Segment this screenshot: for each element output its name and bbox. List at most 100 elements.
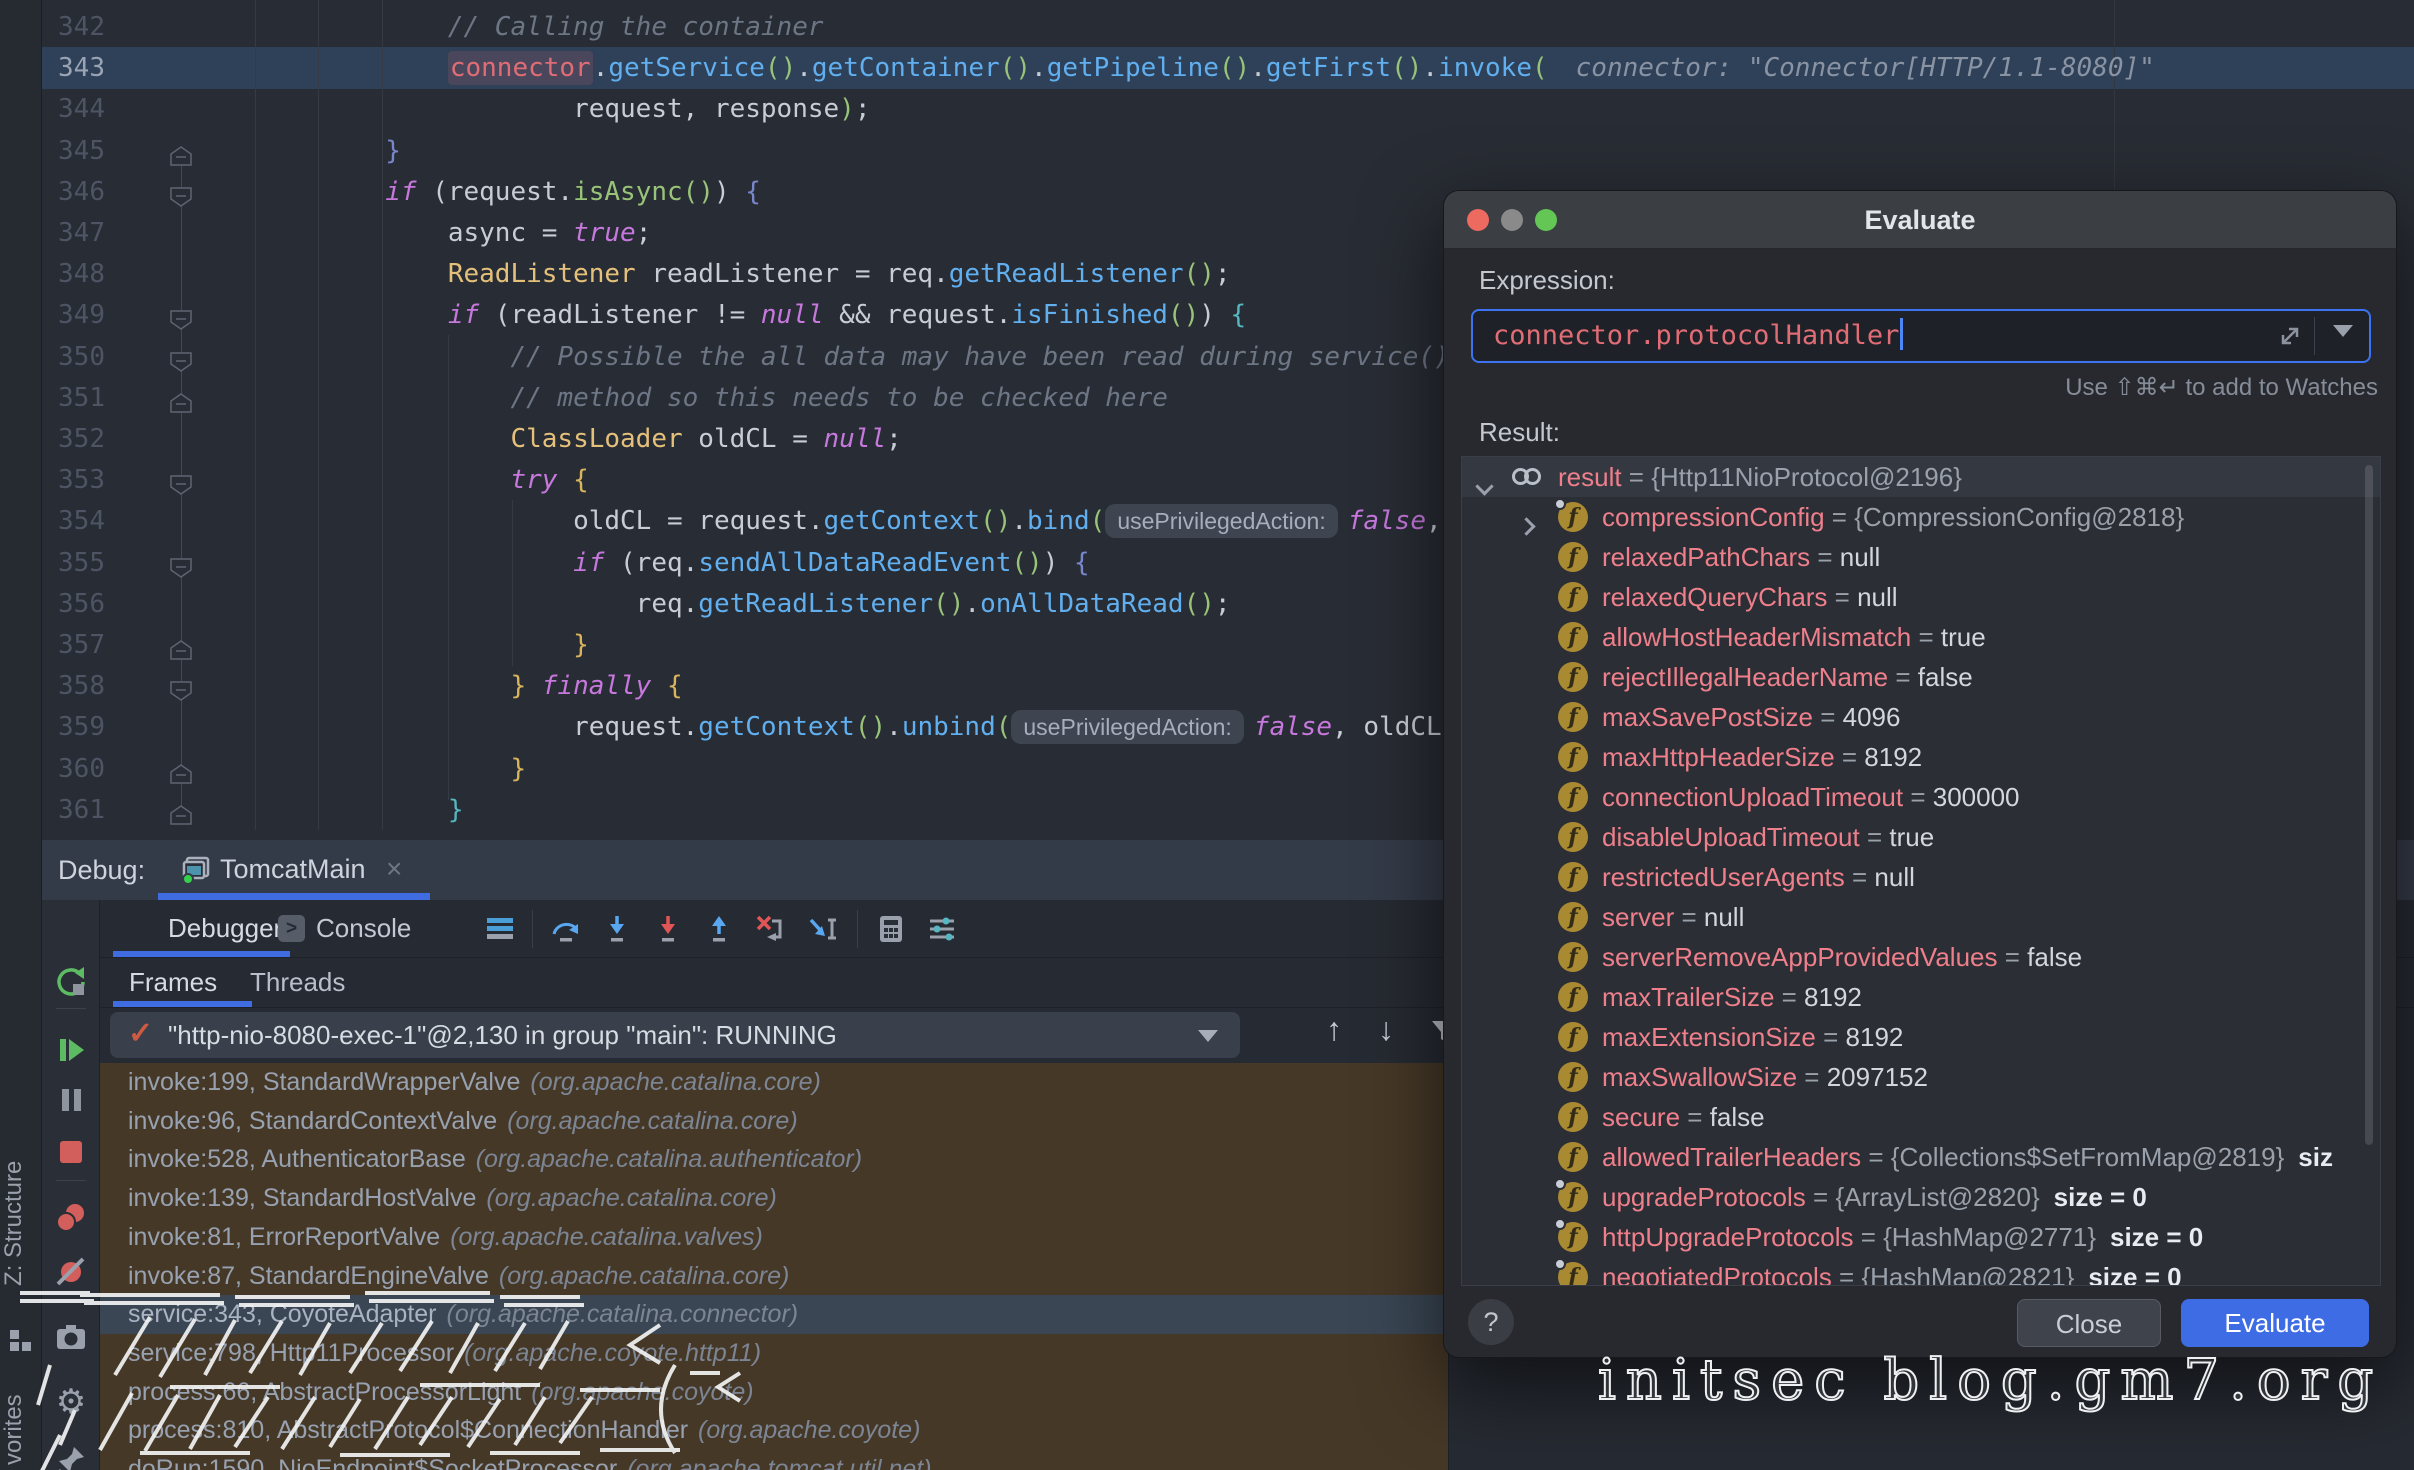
fold-marker-icon[interactable] xyxy=(170,553,192,573)
toolbar-divider xyxy=(56,1180,86,1181)
toolbar-divider xyxy=(56,1008,86,1009)
history-dropdown-icon[interactable] xyxy=(2333,325,2353,337)
step-over-icon[interactable] xyxy=(550,913,582,945)
step-into-icon[interactable] xyxy=(601,913,633,945)
line-number[interactable]: 347 xyxy=(42,212,105,254)
view-breakpoints-icon[interactable] xyxy=(53,1200,89,1236)
line-number[interactable]: 351 xyxy=(42,377,105,419)
fold-marker-icon[interactable] xyxy=(170,470,192,490)
scrollbar-thumb[interactable] xyxy=(2365,465,2373,1145)
result-row[interactable]: fallowHostHeaderMismatch = true xyxy=(1462,617,2380,657)
resume-icon[interactable] xyxy=(53,1032,89,1068)
pause-icon[interactable] xyxy=(53,1082,89,1118)
frame-location: invoke:199, StandardWrapperValve xyxy=(128,1068,520,1096)
tab-frames[interactable]: Frames xyxy=(129,958,217,1006)
field-icon: f xyxy=(1558,1222,1588,1252)
line-number[interactable]: 350 xyxy=(42,336,105,378)
stop-icon[interactable] xyxy=(53,1134,89,1170)
result-row[interactable]: fsecure = false xyxy=(1462,1097,2380,1137)
close-icon[interactable]: × xyxy=(386,840,402,898)
result-row[interactable]: fserverRemoveAppProvidedValues = false xyxy=(1462,937,2380,977)
line-number[interactable]: 359 xyxy=(42,706,105,748)
fold-marker-icon[interactable] xyxy=(170,347,192,367)
result-row[interactable]: fmaxSwallowSize = 2097152 xyxy=(1462,1057,2380,1097)
settings-sliders-icon[interactable] xyxy=(926,913,958,945)
result-row[interactable]: fmaxExtensionSize = 8192 xyxy=(1462,1017,2380,1057)
tab-debugger[interactable]: Debugger xyxy=(168,900,282,956)
line-number[interactable]: 356 xyxy=(42,583,105,625)
stack-frame-row[interactable]: invoke:528, AuthenticatorBase(org.apache… xyxy=(100,1140,1448,1179)
line-number[interactable]: 353 xyxy=(42,459,105,501)
rerun-icon[interactable] xyxy=(53,964,89,1000)
line-number[interactable]: 346 xyxy=(42,171,105,213)
result-tree[interactable]: result = {Http11NioProtocol@2196}fcompre… xyxy=(1461,456,2381,1286)
result-row[interactable]: fmaxHttpHeaderSize = 8192 xyxy=(1462,737,2380,777)
fold-marker-icon[interactable] xyxy=(170,388,192,408)
line-number[interactable]: 358 xyxy=(42,665,105,707)
tab-threads[interactable]: Threads xyxy=(250,958,345,1006)
expand-editor-icon[interactable] xyxy=(2277,323,2303,349)
fold-marker-icon[interactable] xyxy=(170,305,192,325)
result-row[interactable]: frejectIllegalHeaderName = false xyxy=(1462,657,2380,697)
line-number[interactable]: 343 xyxy=(42,47,105,89)
line-number[interactable]: 360 xyxy=(42,748,105,790)
chevron-down-icon[interactable] xyxy=(1478,469,1491,497)
code-line[interactable]: 343connector.getService().getContainer()… xyxy=(42,47,2414,89)
run-to-cursor-icon[interactable] xyxy=(806,913,838,945)
line-number[interactable]: 348 xyxy=(42,253,105,295)
thread-selector-dropdown[interactable]: ✓ "http-nio-8080-exec-1"@2,130 in group … xyxy=(110,1012,1240,1058)
line-number[interactable]: 344 xyxy=(42,88,105,130)
line-number[interactable]: 354 xyxy=(42,500,105,542)
drop-frame-icon[interactable] xyxy=(754,913,786,945)
result-row[interactable]: fnegotiatedProtocols = {HashMap@2821}siz… xyxy=(1462,1257,2380,1286)
fold-marker-icon[interactable] xyxy=(170,759,192,779)
stack-frame-row[interactable]: invoke:139, StandardHostValve(org.apache… xyxy=(100,1179,1448,1218)
result-row[interactable]: frelaxedPathChars = null xyxy=(1462,537,2380,577)
previous-frame-icon[interactable]: ↑ xyxy=(1326,1011,1342,1048)
code-line[interactable]: 345} xyxy=(42,130,2414,172)
result-row[interactable]: fallowedTrailerHeaders = {Collections$Se… xyxy=(1462,1137,2380,1177)
next-frame-icon[interactable]: ↓ xyxy=(1378,1011,1394,1048)
layout-options-icon[interactable] xyxy=(484,913,516,945)
stack-frame-row[interactable]: invoke:199, StandardWrapperValve(org.apa… xyxy=(100,1063,1448,1102)
result-row[interactable]: frestrictedUserAgents = null xyxy=(1462,857,2380,897)
fold-marker-icon[interactable] xyxy=(170,800,192,820)
evaluate-expression-icon[interactable] xyxy=(875,913,907,945)
line-number[interactable]: 342 xyxy=(42,6,105,48)
code-line[interactable]: 344request, response); xyxy=(42,88,2414,130)
line-number[interactable]: 355 xyxy=(42,542,105,584)
force-step-into-icon[interactable] xyxy=(652,913,684,945)
line-number[interactable]: 345 xyxy=(42,130,105,172)
result-row[interactable]: fmaxSavePostSize = 4096 xyxy=(1462,697,2380,737)
fold-marker-icon[interactable] xyxy=(170,182,192,202)
dialog-titlebar[interactable]: Evaluate xyxy=(1444,191,2396,249)
expression-input[interactable]: connector.protocolHandler xyxy=(1471,309,2371,363)
result-row[interactable]: fupgradeProtocols = {ArrayList@2820}size… xyxy=(1462,1177,2380,1217)
result-row[interactable]: fserver = null xyxy=(1462,897,2380,937)
line-number[interactable]: 352 xyxy=(42,418,105,460)
result-row[interactable]: fhttpUpgradeProtocols = {HashMap@2771}si… xyxy=(1462,1217,2380,1257)
step-out-icon[interactable] xyxy=(703,913,735,945)
fold-marker-icon[interactable] xyxy=(170,635,192,655)
chevron-right-icon[interactable] xyxy=(1520,509,1533,537)
help-button[interactable]: ? xyxy=(1468,1299,1514,1345)
fold-marker-icon[interactable] xyxy=(170,676,192,696)
result-row[interactable]: fdisableUploadTimeout = true xyxy=(1462,817,2380,857)
line-number[interactable]: 357 xyxy=(42,624,105,666)
result-row[interactable]: result = {Http11NioProtocol@2196} xyxy=(1462,457,2380,497)
run-console-icon xyxy=(182,855,210,883)
selected-tab-indicator xyxy=(158,893,430,900)
code-line[interactable]: 342// Calling the container xyxy=(42,6,2414,48)
code-line-text: async = true; xyxy=(260,212,651,254)
stack-frame-row[interactable]: invoke:96, StandardContextValve(org.apac… xyxy=(100,1102,1448,1141)
result-row[interactable]: fmaxTrailerSize = 8192 xyxy=(1462,977,2380,1017)
line-number[interactable]: 361 xyxy=(42,789,105,831)
evaluate-button[interactable]: Evaluate xyxy=(2181,1299,2369,1347)
result-row[interactable]: fcompressionConfig = {CompressionConfig@… xyxy=(1462,497,2380,537)
code-line-text: } xyxy=(260,748,526,790)
fold-marker-icon[interactable] xyxy=(170,141,192,161)
result-row[interactable]: fconnectionUploadTimeout = 300000 xyxy=(1462,777,2380,817)
result-row[interactable]: frelaxedQueryChars = null xyxy=(1462,577,2380,617)
line-number[interactable]: 349 xyxy=(42,294,105,336)
close-button[interactable]: Close xyxy=(2017,1299,2161,1347)
